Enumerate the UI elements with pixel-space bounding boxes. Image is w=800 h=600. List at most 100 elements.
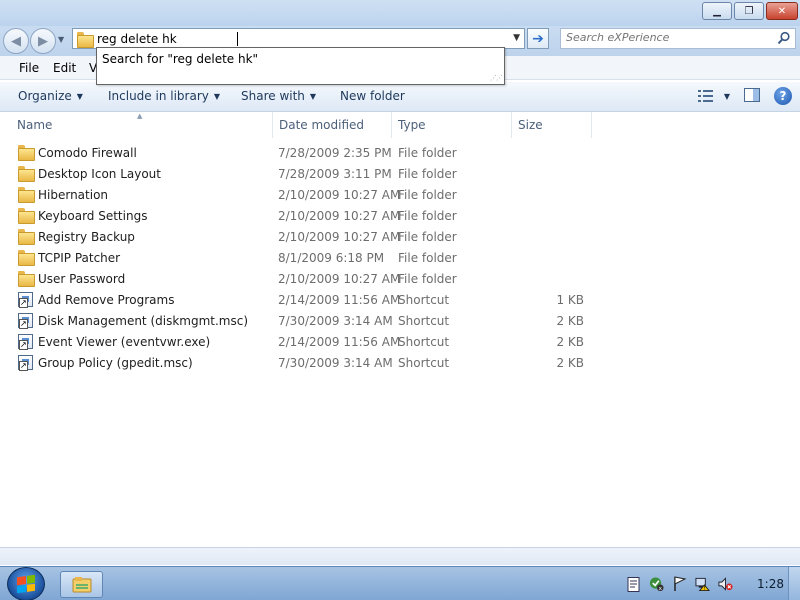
- close-icon: ✕: [777, 5, 787, 17]
- item-date: 2/10/2009 10:27 AM: [278, 209, 401, 223]
- column-header-date-modified[interactable]: Date modified: [273, 112, 392, 138]
- item-date: 8/1/2009 6:18 PM: [278, 251, 385, 265]
- list-item[interactable]: Event Viewer (eventvwr.exe) 2/14/2009 11…: [0, 332, 600, 353]
- search-icon[interactable]: [777, 31, 791, 48]
- search-input[interactable]: [566, 31, 766, 44]
- share-with-label: Share with: [241, 89, 305, 103]
- resize-grip-icon[interactable]: ⋰⋰: [490, 74, 503, 82]
- clock[interactable]: 1:28: [757, 577, 784, 591]
- title-bar: ▁ ❐ ✕: [0, 0, 800, 26]
- folder-icon: [18, 229, 35, 245]
- item-name: Disk Management (diskmgmt.msc): [38, 314, 249, 328]
- list-item[interactable]: User Password 2/10/2009 10:27 AM File fo…: [0, 269, 600, 290]
- menu-file[interactable]: File: [19, 61, 39, 75]
- preview-pane-icon: [744, 87, 760, 102]
- folder-icon: [18, 145, 35, 161]
- flag-icon[interactable]: [672, 576, 687, 592]
- address-input[interactable]: reg delete hk: [97, 32, 177, 46]
- item-date: 7/30/2009 3:14 AM: [278, 356, 393, 370]
- folder-icon: [18, 208, 35, 224]
- document-icon[interactable]: [626, 576, 641, 592]
- organize-button[interactable]: Organize ▼: [18, 89, 83, 103]
- item-type: File folder: [398, 272, 457, 286]
- list-item[interactable]: Add Remove Programs 2/14/2009 11:56 AM S…: [0, 290, 600, 311]
- item-size: 2 KB: [556, 335, 584, 349]
- item-date: 2/10/2009 10:27 AM: [278, 230, 401, 244]
- folder-icon: [77, 32, 94, 48]
- view-controls: ▼ ?: [697, 87, 792, 105]
- address-dropdown-icon[interactable]: ▼: [513, 33, 520, 43]
- item-name: Comodo Firewall: [38, 146, 137, 160]
- forward-arrow-icon: ▶: [38, 33, 48, 49]
- item-date: 7/30/2009 3:14 AM: [278, 314, 393, 328]
- list-item[interactable]: Disk Management (diskmgmt.msc) 7/30/2009…: [0, 311, 600, 332]
- command-bar: Organize ▼ Include in library ▼ Share with…: [0, 82, 800, 112]
- list-item[interactable]: Hibernation 2/10/2009 10:27 AM File fold…: [0, 185, 600, 206]
- close-button[interactable]: ✕: [766, 2, 798, 20]
- column-header-name[interactable]: Name: [11, 112, 273, 138]
- minimize-button[interactable]: ▁: [702, 2, 732, 20]
- item-type: File folder: [398, 167, 457, 181]
- restore-icon: ❐: [744, 5, 754, 17]
- item-type: Shortcut: [398, 293, 450, 307]
- autocomplete-suggestion[interactable]: Search for "reg delete hk": [102, 52, 258, 66]
- list-item[interactable]: Keyboard Settings 2/10/2009 10:27 AM Fil…: [0, 206, 600, 227]
- list-item[interactable]: Registry Backup 2/10/2009 10:27 AM File …: [0, 227, 600, 248]
- start-button[interactable]: [7, 567, 45, 600]
- recent-pages-dropdown[interactable]: ▼: [58, 35, 64, 44]
- chevron-down-icon: ▼: [309, 91, 317, 101]
- go-button[interactable]: ➔: [527, 28, 549, 49]
- explorer-folder-icon: [72, 576, 91, 592]
- item-name: Add Remove Programs: [38, 293, 175, 307]
- include-in-library-button[interactable]: Include in library ▼: [108, 89, 220, 103]
- folder-icon: [18, 250, 35, 266]
- restore-button[interactable]: ❐: [734, 2, 764, 20]
- item-name: Keyboard Settings: [38, 209, 148, 223]
- item-date: 7/28/2009 2:35 PM: [278, 146, 392, 160]
- item-name: Desktop Icon Layout: [38, 167, 161, 181]
- address-bar[interactable]: reg delete hk ▼: [72, 28, 525, 49]
- back-arrow-icon: ◀: [11, 33, 21, 49]
- taskbar-explorer-button[interactable]: [60, 571, 103, 598]
- folder-icon: [18, 187, 35, 203]
- list-item[interactable]: TCPIP Patcher 8/1/2009 6:18 PM File fold…: [0, 248, 600, 269]
- list-item[interactable]: Comodo Firewall 7/28/2009 2:35 PM File f…: [0, 143, 600, 164]
- security-shield-icon[interactable]: x: [649, 577, 664, 592]
- forward-button[interactable]: ▶: [30, 28, 56, 54]
- item-type: File folder: [398, 209, 457, 223]
- item-date: 2/14/2009 11:56 AM: [278, 335, 401, 349]
- help-icon: ?: [779, 89, 787, 103]
- folder-icon: [18, 166, 35, 182]
- item-date: 2/10/2009 10:27 AM: [278, 272, 401, 286]
- share-with-button[interactable]: Share with ▼: [241, 89, 316, 103]
- item-type: File folder: [398, 251, 457, 265]
- search-box[interactable]: [560, 28, 796, 49]
- item-name: Event Viewer (eventvwr.exe): [38, 335, 211, 349]
- shortcut-icon: [18, 334, 34, 350]
- item-type: File folder: [398, 146, 457, 160]
- window-controls: ▁ ❐ ✕: [702, 2, 798, 20]
- preview-pane-button[interactable]: [744, 87, 760, 105]
- network-icon[interactable]: !: [695, 577, 711, 592]
- shortcut-icon: [18, 313, 34, 329]
- volume-muted-icon[interactable]: [718, 577, 733, 592]
- organize-label: Organize: [18, 89, 72, 103]
- details-view-icon: [697, 90, 713, 102]
- svg-text:!: !: [703, 586, 705, 592]
- item-size: 1 KB: [556, 293, 584, 307]
- column-header-type[interactable]: Type: [392, 112, 512, 138]
- change-view-button[interactable]: ▼: [697, 90, 730, 102]
- chevron-down-icon: ▼: [76, 91, 83, 101]
- column-header-size[interactable]: Size: [512, 112, 592, 138]
- help-button[interactable]: ?: [774, 87, 792, 105]
- list-item[interactable]: Desktop Icon Layout 7/28/2009 3:11 PM Fi…: [0, 164, 600, 185]
- item-type: File folder: [398, 230, 457, 244]
- new-folder-button[interactable]: New folder: [340, 89, 405, 103]
- list-item[interactable]: Group Policy (gpedit.msc) 7/30/2009 3:14…: [0, 353, 600, 374]
- menu-edit[interactable]: Edit: [53, 61, 76, 75]
- item-size: 2 KB: [556, 314, 584, 328]
- folder-icon: [18, 271, 35, 287]
- item-name: User Password: [38, 272, 126, 286]
- show-desktop-button[interactable]: [788, 567, 800, 600]
- back-button[interactable]: ◀: [3, 28, 29, 54]
